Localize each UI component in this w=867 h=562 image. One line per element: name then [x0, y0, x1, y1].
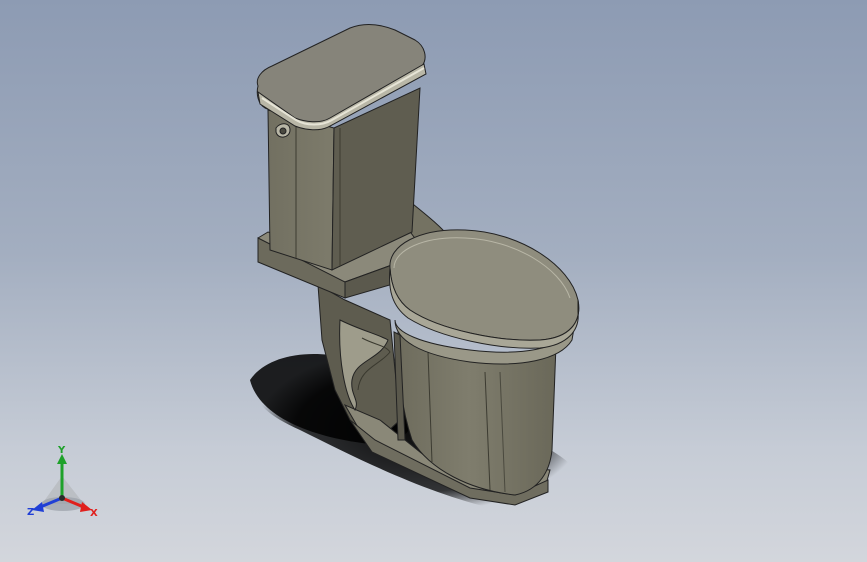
seat-lid	[389, 229, 580, 349]
graphics-viewport[interactable]: Y X Z	[0, 0, 867, 562]
z-axis-label: Z	[27, 507, 34, 518]
coordinate-triad: Y X Z	[27, 446, 98, 519]
y-axis-label: Y	[57, 446, 66, 456]
toilet-3d-model[interactable]	[0, 0, 867, 562]
x-axis-label: X	[90, 508, 98, 519]
